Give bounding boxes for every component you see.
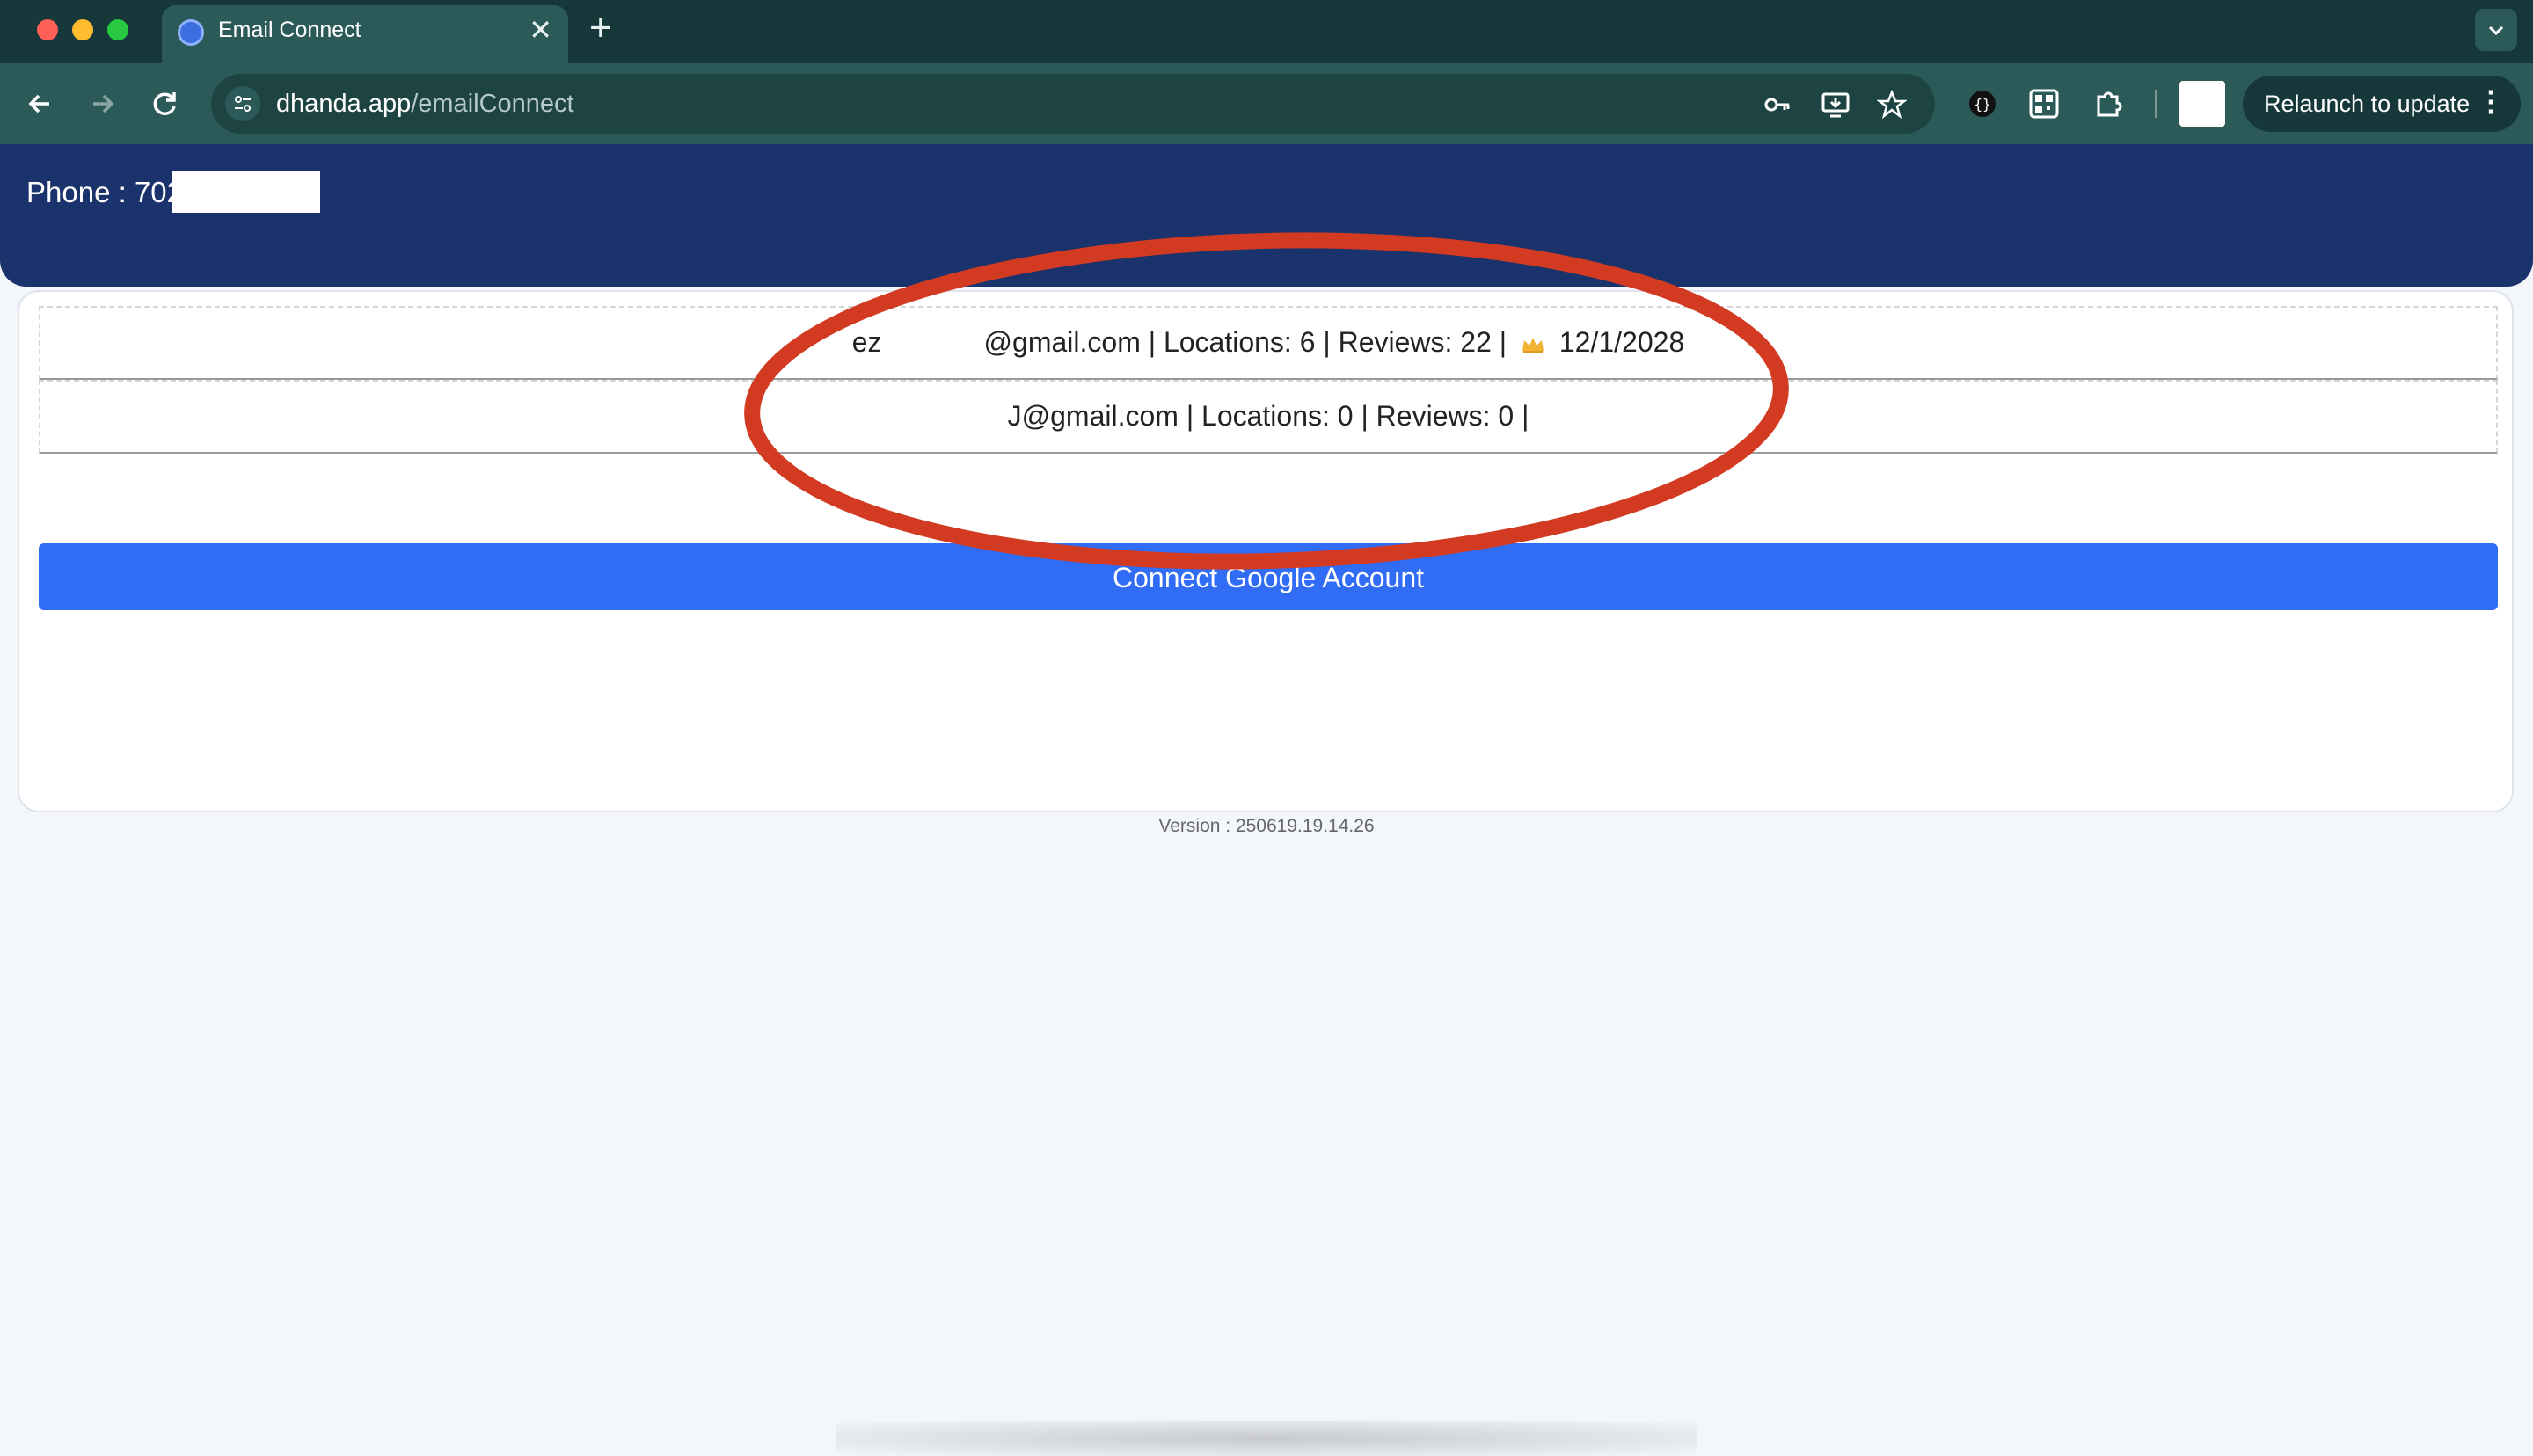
forward-icon[interactable] <box>83 84 121 123</box>
qr-code-icon[interactable] <box>2028 88 2060 120</box>
url-host: dhanda.app <box>276 90 412 118</box>
version-label: Version : 250619.19.14.26 <box>1158 816 1375 836</box>
redaction-box <box>172 171 320 213</box>
email-start: ez <box>851 326 882 358</box>
relaunch-update-button[interactable]: Relaunch to update ⋮ <box>2243 76 2521 132</box>
address-bar[interactable]: dhanda.app/emailConnect <box>211 74 1935 134</box>
extension-json-icon[interactable]: {} <box>1967 88 1998 120</box>
app-header: Phone : 702 <box>0 144 2533 287</box>
account-row[interactable]: ez @gmail.com | Locations: 6 | Reviews: 2… <box>39 306 2498 380</box>
svg-text:{}: {} <box>1974 96 1990 113</box>
account-summary: J@gmail.com | Locations: 0 | Reviews: 0 … <box>1007 400 1529 432</box>
tab-title: Email Connect <box>218 18 361 42</box>
subscription-date: 12/1/2028 <box>1558 326 1685 358</box>
browser-toolbar: dhanda.app/emailConnect {} Relaunch to u… <box>0 63 2533 144</box>
close-window-button[interactable] <box>37 19 58 40</box>
back-icon[interactable] <box>21 84 60 123</box>
tab-search-button[interactable] <box>2475 9 2517 51</box>
install-app-icon[interactable] <box>1821 90 1850 120</box>
toolbar-divider <box>2155 90 2157 118</box>
bookmark-star-icon[interactable] <box>1877 90 1907 120</box>
chevron-down-icon <box>2488 25 2504 36</box>
crown-icon <box>1522 337 1544 353</box>
reload-icon[interactable] <box>146 84 185 123</box>
url-path: /emailConnect <box>411 90 574 118</box>
minimize-window-button[interactable] <box>72 19 93 40</box>
browser-tab-strip: Email Connect ✕ + <box>0 0 2533 63</box>
extensions-puzzle-icon[interactable] <box>2093 88 2125 120</box>
phone-label: Phone : 702 <box>26 176 183 208</box>
key-icon[interactable] <box>1763 90 1792 120</box>
more-options-icon[interactable]: ⋮ <box>2477 84 2505 118</box>
redaction-box <box>881 326 984 362</box>
dock-shadow <box>836 1421 1697 1456</box>
maximize-window-button[interactable] <box>107 19 128 40</box>
profile-avatar[interactable] <box>2179 81 2225 127</box>
account-row[interactable]: J@gmail.com | Locations: 0 | Reviews: 0 … <box>39 380 2498 454</box>
connect-google-account-button[interactable]: Connect Google Account <box>39 543 2498 610</box>
favicon-icon <box>178 19 204 46</box>
url-text: dhanda.app/emailConnect <box>276 90 574 119</box>
relaunch-label: Relaunch to update <box>2264 91 2471 117</box>
site-info-icon[interactable] <box>225 86 260 121</box>
email-accounts-card: ez @gmail.com | Locations: 6 | Reviews: 2… <box>18 290 2514 812</box>
close-tab-icon[interactable]: ✕ <box>529 14 552 46</box>
tab-email-connect[interactable]: Email Connect ✕ <box>162 5 568 63</box>
account-summary: @gmail.com | Locations: 6 | Reviews: 22 … <box>983 326 1507 358</box>
new-tab-icon[interactable]: + <box>589 7 612 49</box>
